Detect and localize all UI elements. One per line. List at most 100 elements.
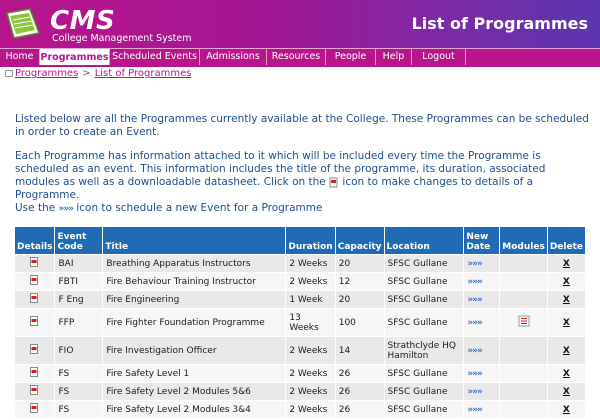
details-cell[interactable]	[13, 382, 56, 401]
event-code: FFP	[54, 308, 104, 337]
event-code: FBTI	[54, 272, 104, 291]
delete-cell: X	[546, 382, 587, 401]
edit-details-icon[interactable]	[30, 385, 39, 395]
col-title: Title	[102, 226, 287, 255]
edit-details-icon[interactable]	[30, 316, 39, 326]
details-cell[interactable]	[13, 272, 56, 291]
schedule-icon[interactable]: »»»	[467, 346, 482, 356]
delete-cell: X	[546, 400, 587, 419]
logo-title: CMS	[50, 6, 116, 36]
nav-programmes[interactable]: Programmes	[40, 49, 110, 65]
modules-icon[interactable]	[518, 315, 530, 327]
delete-link[interactable]: X	[563, 277, 570, 287]
edit-details-icon[interactable]	[30, 257, 39, 267]
duration: 2 Weeks	[285, 272, 336, 291]
location: SFSC Gullane	[383, 382, 465, 401]
breadcrumb: Programmes > List of Programmes	[5, 68, 191, 79]
capacity: 20	[334, 290, 385, 309]
schedule-icon[interactable]: »»»	[467, 369, 482, 379]
capacity: 12	[334, 272, 385, 291]
schedule-icon: »»»	[58, 204, 74, 214]
programme-title: Fire Behaviour Training Instructor	[102, 272, 287, 291]
capacity: 20	[334, 254, 385, 273]
modules-cell	[499, 400, 548, 419]
duration: 13 Weeks	[285, 308, 336, 337]
page-icon	[5, 69, 13, 77]
delete-cell: X	[546, 272, 587, 291]
breadcrumb-separator: >	[82, 68, 91, 79]
details-cell[interactable]	[13, 254, 56, 273]
edit-details-icon[interactable]	[30, 367, 39, 377]
duration: 2 Weeks	[285, 336, 336, 365]
edit-details-icon[interactable]	[30, 293, 39, 303]
delete-link[interactable]: X	[563, 318, 570, 328]
location: SFSC Gullane	[383, 272, 465, 291]
programme-title: Fire Engineering	[102, 290, 287, 309]
schedule-icon[interactable]: »»»	[467, 387, 482, 397]
col-delete: Delete	[546, 226, 587, 255]
duration: 2 Weeks	[285, 400, 336, 419]
duration: 1 Week	[285, 290, 336, 309]
nav-home[interactable]: Home	[0, 49, 40, 65]
nav-admissions[interactable]: Admissions	[200, 49, 267, 65]
programme-title: Fire Safety Level 2 Modules 5&6	[102, 382, 287, 401]
page-title: List of Programmes	[411, 14, 588, 33]
delete-link[interactable]: X	[563, 387, 570, 397]
location: SFSC Gullane	[383, 254, 465, 273]
breadcrumb-programmes[interactable]: Programmes	[15, 68, 78, 79]
nav-people[interactable]: People	[326, 49, 376, 65]
intro-paragraph-3: Use the »»» icon to schedule a new Event…	[15, 202, 590, 216]
nav-resources[interactable]: Resources	[267, 49, 326, 65]
capacity: 26	[334, 364, 385, 383]
breadcrumb-list-of-programmes[interactable]: List of Programmes	[95, 68, 192, 79]
delete-cell: X	[546, 336, 587, 365]
schedule-icon[interactable]: »»»	[467, 259, 482, 269]
modules-cell	[499, 254, 548, 273]
programme-title: Fire Safety Level 1	[102, 364, 287, 383]
event-code: FIO	[54, 336, 104, 365]
location: SFSC Gullane	[383, 290, 465, 309]
delete-cell: X	[546, 364, 587, 383]
details-cell[interactable]	[13, 400, 56, 419]
duration: 2 Weeks	[285, 382, 336, 401]
nav-help[interactable]: Help	[376, 49, 412, 65]
cms-logo-icon	[6, 8, 41, 39]
modules-cell	[499, 364, 548, 383]
col-modules: Modules	[499, 226, 548, 255]
delete-link[interactable]: X	[563, 295, 570, 305]
delete-link[interactable]: X	[563, 405, 570, 415]
location: SFSC Gullane	[383, 400, 465, 419]
new-date-cell: »»»	[463, 336, 501, 365]
details-cell[interactable]	[13, 336, 56, 365]
delete-link[interactable]: X	[563, 259, 570, 269]
edit-details-icon[interactable]	[30, 344, 39, 354]
details-cell[interactable]	[13, 290, 56, 309]
delete-link[interactable]: X	[563, 346, 570, 356]
nav-logout[interactable]: Logout	[412, 49, 466, 65]
programme-title: Fire Safety Level 2 Modules 3&4	[102, 400, 287, 419]
nav-divider	[0, 65, 600, 67]
col-duration: Duration	[285, 226, 336, 255]
capacity: 100	[334, 308, 385, 337]
location: SFSC Gullane	[383, 308, 465, 337]
event-code: F Eng	[54, 290, 104, 309]
modules-cell	[499, 308, 548, 337]
details-cell[interactable]	[13, 308, 56, 337]
capacity: 26	[334, 400, 385, 419]
delete-link[interactable]: X	[563, 369, 570, 379]
modules-cell	[499, 336, 548, 365]
schedule-icon[interactable]: »»»	[467, 318, 482, 328]
edit-details-icon[interactable]	[30, 275, 39, 285]
delete-cell: X	[546, 290, 587, 309]
new-date-cell: »»»	[463, 290, 501, 309]
edit-details-icon[interactable]	[30, 403, 39, 413]
schedule-icon[interactable]: »»»	[467, 277, 482, 287]
table-row: FS Fire Safety Level 1 2 Weeks 26 SFSC G…	[13, 364, 587, 383]
nav-scheduled-events[interactable]: Scheduled Events	[110, 49, 200, 65]
schedule-icon[interactable]: »»»	[467, 295, 482, 305]
new-date-cell: »»»	[463, 382, 501, 401]
logo-subtitle: College Management System	[52, 33, 192, 44]
schedule-icon[interactable]: »»»	[467, 405, 482, 415]
details-cell[interactable]	[13, 364, 56, 383]
new-date-cell: »»»	[463, 308, 501, 337]
